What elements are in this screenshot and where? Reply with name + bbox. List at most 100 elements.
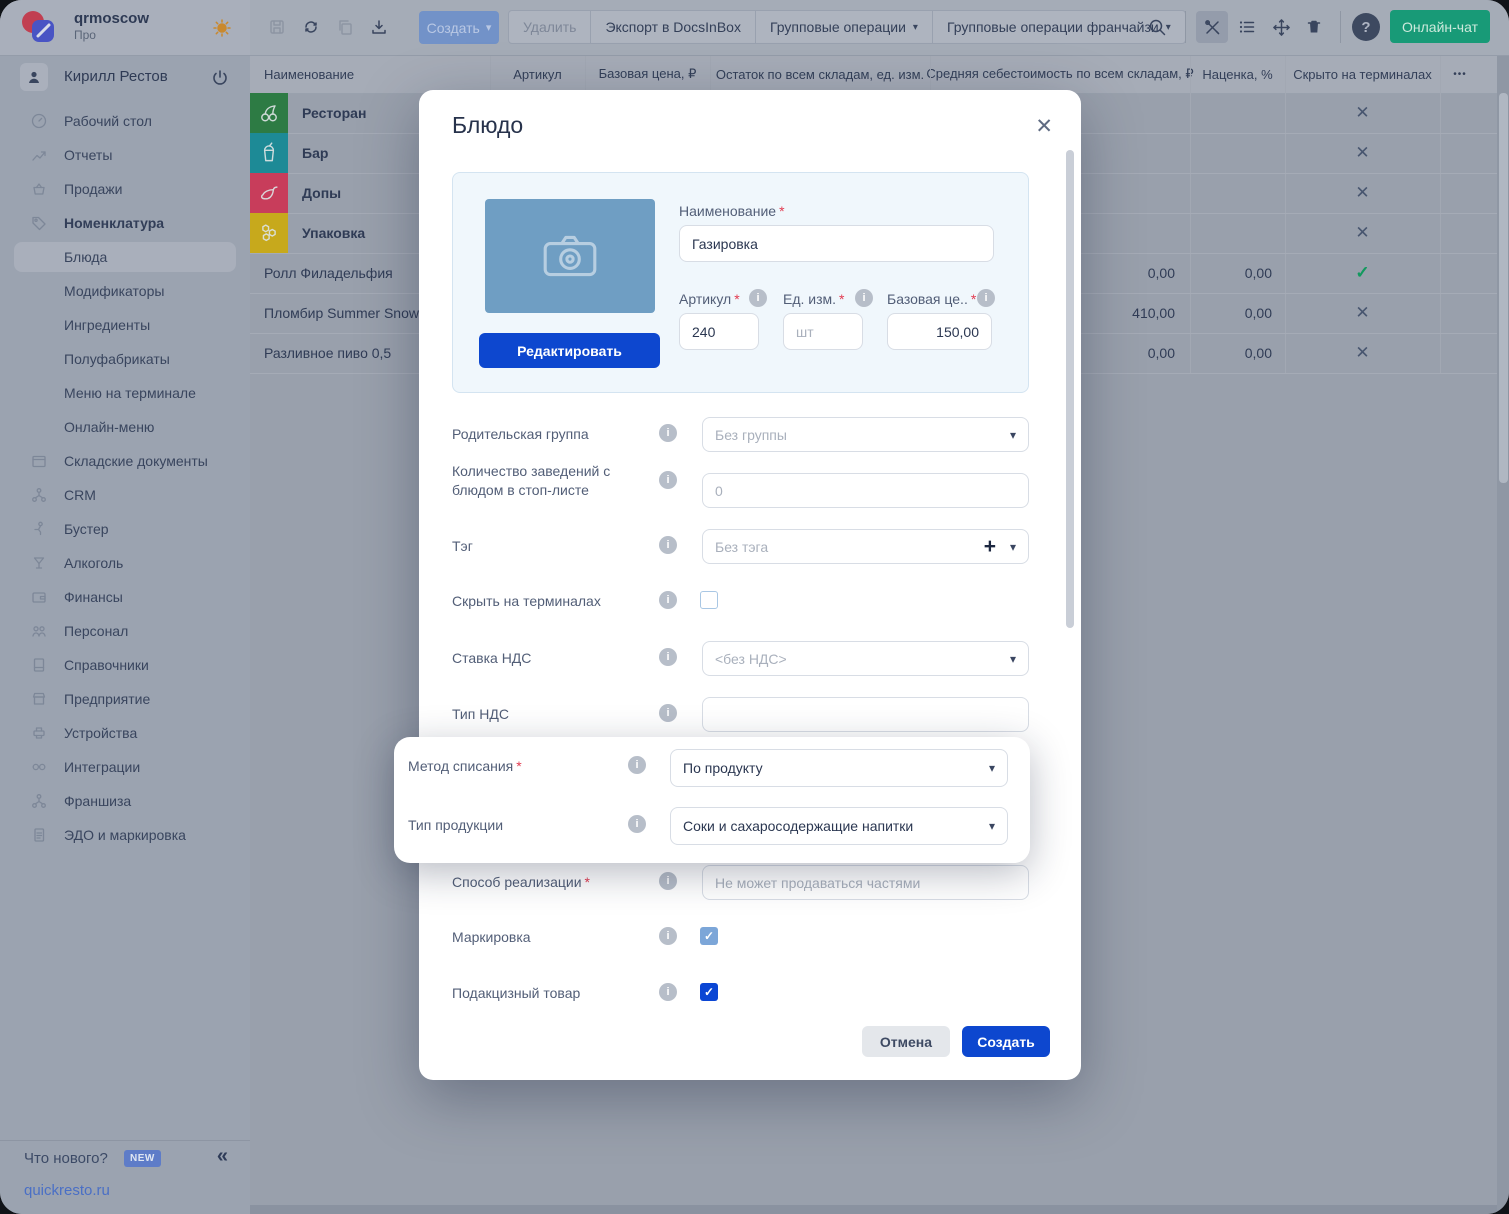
sidebar-item-edo[interactable]: ЭДО и маркировка (0, 818, 250, 852)
scrollbar-thumb[interactable] (1499, 93, 1508, 483)
sidebar-item-enterprise[interactable]: Предприятие (0, 682, 250, 716)
nomenclature-icon (30, 214, 48, 232)
col-name[interactable]: Наименование (264, 55, 354, 93)
parent-group-select[interactable]: Без группы▾ (702, 417, 1029, 452)
sidebar-item-franchise[interactable]: Франшиза (0, 784, 250, 818)
copy-button[interactable] (329, 11, 361, 43)
vat-rate-select[interactable]: <без НДС>▾ (702, 641, 1029, 676)
sidebar-item-nomenclature[interactable]: Номенклатура (0, 206, 250, 240)
logout-power-icon[interactable] (210, 68, 230, 88)
search-button[interactable] (1141, 11, 1173, 43)
sidebar-item-alcohol[interactable]: Алкоголь (0, 546, 250, 580)
sale-method-input[interactable]: Не может продаваться частями (702, 865, 1029, 900)
stoplist-count-input[interactable]: 0 (702, 473, 1029, 508)
col-base-price[interactable]: Базовая цена, ₽ (585, 55, 710, 93)
download-button[interactable] (363, 11, 395, 43)
col-sku[interactable]: Артикул (490, 55, 585, 93)
info-icon[interactable]: i (659, 536, 677, 554)
photo-placeholder[interactable] (485, 199, 655, 313)
refresh-button[interactable] (295, 11, 327, 43)
move-button[interactable] (1265, 11, 1297, 43)
col-stock[interactable]: Остаток по всем складам, ед. изм. (710, 55, 930, 93)
writeoff-method-select[interactable]: По продукту▾ (670, 749, 1008, 787)
tag-select[interactable]: Без тэга+▾ (702, 529, 1029, 564)
sidebar-item-terminal-menu[interactable]: Меню на терминале (0, 376, 250, 410)
sidebar-item-warehouse-docs[interactable]: Складские документы (0, 444, 250, 478)
col-avg-cost[interactable]: Средняя себестоимость по всем складам, ₽ (930, 55, 1190, 93)
sidebar-item-crm[interactable]: CRM (0, 478, 250, 512)
close-icon[interactable]: ✕ (1035, 116, 1053, 137)
info-icon[interactable]: i (659, 424, 677, 442)
info-icon[interactable]: i (659, 648, 677, 666)
pepper-icon (250, 173, 288, 213)
info-icon[interactable]: i (628, 815, 646, 833)
cancel-button[interactable]: Отмена (862, 1026, 950, 1057)
dish-modal: Блюдо ✕ Редактировать Наименование* Гази… (419, 90, 1081, 1080)
info-icon[interactable]: i (749, 289, 767, 307)
info-icon[interactable]: i (659, 927, 677, 945)
modal-scrollbar-thumb[interactable] (1066, 150, 1074, 628)
vertical-scrollbar[interactable] (1497, 55, 1509, 1214)
sku-input[interactable]: 240 (679, 313, 759, 350)
cherries-icon (250, 93, 288, 133)
info-icon[interactable]: i (659, 983, 677, 1001)
sidebar-item-sales[interactable]: Продажи (0, 172, 250, 206)
sidebar-item-reports[interactable]: Отчеты (0, 138, 250, 172)
devices-icon (30, 724, 48, 742)
group-operations-button[interactable]: Групповые операции▾ (756, 11, 933, 43)
alcohol-icon (30, 554, 48, 572)
info-icon[interactable]: i (659, 591, 677, 609)
create-button[interactable]: Создать (962, 1026, 1050, 1057)
whats-new-link[interactable]: Что нового? (24, 1150, 108, 1167)
product-type-select[interactable]: Соки и сахаросодержащие напитки▾ (670, 807, 1008, 845)
sidebar-item-devices[interactable]: Устройства (0, 716, 250, 750)
sidebar-item-booster[interactable]: Бустер (0, 512, 250, 546)
vat-type-input[interactable] (702, 697, 1029, 732)
sidebar-item-online-menu[interactable]: Онлайн-меню (0, 410, 250, 444)
base-price-input[interactable]: 150,00 (887, 313, 992, 350)
create-button-top[interactable]: Создать▾ (419, 11, 499, 44)
chevron-down-icon: ▾ (486, 21, 492, 34)
save-button[interactable] (261, 11, 293, 43)
site-link[interactable]: quickresto.ru (24, 1182, 110, 1199)
name-input[interactable]: Газировка (679, 225, 994, 262)
info-icon[interactable]: i (628, 756, 646, 774)
hide-on-terminals-checkbox[interactable] (700, 591, 718, 609)
trash-button[interactable] (1298, 11, 1330, 43)
export-docsinbox-button[interactable]: Экспорт в DocsInBox (591, 11, 756, 43)
horizontal-scrollbar[interactable] (250, 1205, 1497, 1214)
col-markup[interactable]: Наценка, % (1190, 55, 1285, 93)
columns-menu-button[interactable]: ••• (1440, 55, 1480, 93)
unit-input[interactable]: шт (783, 313, 863, 350)
theme-sun-icon[interactable] (206, 12, 238, 44)
collapse-sidebar-icon[interactable]: « (217, 1145, 228, 1168)
sidebar-item-finance[interactable]: Финансы (0, 580, 250, 614)
sidebar-item-integrations[interactable]: Интеграции (0, 750, 250, 784)
sidebar: Кирилл Рестов Рабочий стол Отчеты Продаж… (0, 55, 250, 1214)
help-button[interactable]: ? (1352, 13, 1380, 41)
col-hidden[interactable]: Скрыто на терминалах (1285, 55, 1440, 93)
add-tag-icon[interactable]: + (984, 535, 996, 559)
sidebar-item-ingredients[interactable]: Ингредиенты (0, 308, 250, 342)
hidden-x-icon (1285, 333, 1440, 373)
edit-photo-button[interactable]: Редактировать (479, 333, 660, 368)
excise-checkbox[interactable] (700, 983, 718, 1001)
info-icon[interactable]: i (659, 872, 677, 890)
user-row[interactable]: Кирилл Рестов (0, 55, 250, 101)
sidebar-item-semifinished[interactable]: Полуфабрикаты (0, 342, 250, 376)
online-chat-button[interactable]: Онлайн-чат (1390, 10, 1490, 43)
sidebar-item-directories[interactable]: Справочники (0, 648, 250, 682)
info-icon[interactable]: i (977, 289, 995, 307)
sidebar-item-modifiers[interactable]: Модификаторы (0, 274, 250, 308)
info-icon[interactable]: i (659, 471, 677, 489)
sidebar-item-dishes[interactable]: Блюда (0, 240, 250, 274)
marking-checkbox[interactable] (700, 927, 718, 945)
list-view-button[interactable] (1231, 11, 1263, 43)
sidebar-item-dashboard[interactable]: Рабочий стол (0, 104, 250, 138)
toolbar-button-group: Удалить Экспорт в DocsInBox Групповые оп… (508, 10, 1186, 44)
info-icon[interactable]: i (659, 704, 677, 722)
tools-button[interactable] (1196, 11, 1228, 43)
info-icon[interactable]: i (855, 289, 873, 307)
delete-button[interactable]: Удалить (509, 11, 591, 43)
sidebar-item-staff[interactable]: Персонал (0, 614, 250, 648)
